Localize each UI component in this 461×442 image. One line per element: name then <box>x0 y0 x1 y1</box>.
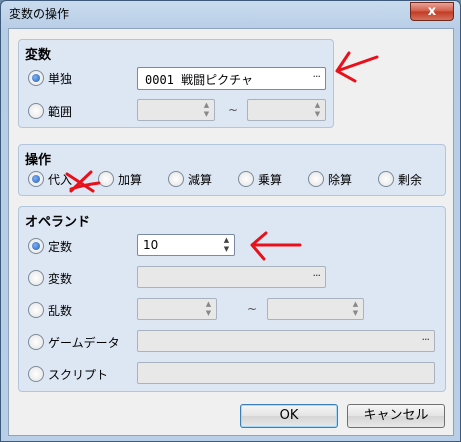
random-max-stepper[interactable]: ▲ ▼ <box>267 298 364 320</box>
range-separator: ~ <box>228 103 239 117</box>
close-button[interactable]: x <box>410 2 454 21</box>
range-end-spin-icon[interactable]: ▲ ▼ <box>313 101 322 119</box>
range-start-stepper[interactable]: ▲ ▼ <box>137 99 215 121</box>
range-start-spin-icon[interactable]: ▲ ▼ <box>202 101 211 119</box>
operand-group: オペランド 定数 10 ▲ ▼ 変数 ··· 乱数 ▲ ▼ ~ ▲ ▼ ゲームデ… <box>18 206 446 392</box>
operand-variable-label: 変数 <box>48 271 73 286</box>
operation-multiply-label: 乗算 <box>258 172 283 187</box>
random-min-spin-icon[interactable]: ▲ ▼ <box>204 300 213 318</box>
variable-single-radio-row[interactable]: 単独 <box>28 69 72 87</box>
operation-group-title: 操作 <box>25 153 52 168</box>
operand-variable-radio-row[interactable]: 変数 <box>28 269 72 287</box>
constant-spin-icon[interactable]: ▲ ▼ <box>222 236 231 254</box>
variable-range-radio[interactable] <box>28 103 44 119</box>
constant-value-stepper[interactable]: 10 ▲ ▼ <box>137 234 235 256</box>
operand-gamedata-radio[interactable] <box>28 334 44 350</box>
annotation-cross-assign <box>65 170 101 193</box>
variable-select-button[interactable]: ··· <box>313 70 321 83</box>
operand-random-radio[interactable] <box>28 302 44 318</box>
operand-constant-label: 定数 <box>48 239 73 254</box>
random-separator: ~ <box>247 302 258 316</box>
variable-select-field[interactable]: 0001 戦闘ピクチャ ··· <box>137 67 326 90</box>
operation-add-radio-row[interactable]: 加算 <box>98 170 142 188</box>
random-min-stepper[interactable]: ▲ ▼ <box>137 298 217 320</box>
cancel-button[interactable]: キャンセル <box>347 404 445 428</box>
variable-select-value: 0001 戦闘ピクチャ <box>145 73 254 87</box>
variable-range-label: 範囲 <box>48 104 73 119</box>
operation-subtract-label: 減算 <box>188 172 213 187</box>
script-input[interactable] <box>137 362 435 384</box>
operation-divide-label: 除算 <box>328 172 353 187</box>
annotation-arrow-constant <box>250 231 302 261</box>
operation-add-label: 加算 <box>118 172 143 187</box>
constant-value[interactable]: 10 <box>143 238 158 252</box>
operand-script-radio[interactable] <box>28 366 44 382</box>
operation-multiply-radio[interactable] <box>238 171 254 187</box>
operation-multiply-radio-row[interactable]: 乗算 <box>238 170 282 188</box>
variable-range-radio-row[interactable]: 範囲 <box>28 102 72 120</box>
variable-group: 変数 単独 0001 戦闘ピクチャ ··· 範囲 ▲ ▼ ~ ▲ ▼ <box>18 39 334 128</box>
operation-subtract-radio-row[interactable]: 減算 <box>168 170 212 188</box>
operand-script-radio-row[interactable]: スクリプト <box>28 365 108 383</box>
operation-modulo-radio-row[interactable]: 剰余 <box>378 170 422 188</box>
dialog-window: 変数の操作 x 変数 単独 0001 戦闘ピクチャ ··· 範囲 ▲ ▼ ~ ▲… <box>0 0 461 442</box>
gamedata-field[interactable]: ··· <box>137 330 435 352</box>
operation-subtract-radio[interactable] <box>168 171 184 187</box>
operation-divide-radio[interactable] <box>308 171 324 187</box>
operation-modulo-radio[interactable] <box>378 171 394 187</box>
variable-single-label: 単独 <box>48 71 73 86</box>
gamedata-button[interactable]: ··· <box>422 333 430 346</box>
operand-variable-field[interactable]: ··· <box>137 266 326 288</box>
operand-gamedata-radio-row[interactable]: ゲームデータ <box>28 333 120 351</box>
dialog-client-area: 変数 単独 0001 戦闘ピクチャ ··· 範囲 ▲ ▼ ~ ▲ ▼ 操作 代入… <box>8 28 454 436</box>
random-max-spin-icon[interactable]: ▲ ▼ <box>351 300 360 318</box>
operand-random-label: 乱数 <box>48 303 73 318</box>
operation-divide-radio-row[interactable]: 除算 <box>308 170 352 188</box>
title-bar: 変数の操作 <box>1 1 460 27</box>
operand-random-radio-row[interactable]: 乱数 <box>28 301 72 319</box>
operand-group-title: オペランド <box>25 215 91 230</box>
range-end-stepper[interactable]: ▲ ▼ <box>247 99 326 121</box>
operation-assign-radio[interactable] <box>28 171 44 187</box>
operand-constant-radio-row[interactable]: 定数 <box>28 237 72 255</box>
annotation-arrow-variable <box>335 51 379 83</box>
operand-gamedata-label: ゲームデータ <box>48 335 120 350</box>
window-title: 変数の操作 <box>9 7 70 21</box>
operand-variable-button[interactable]: ··· <box>313 269 321 282</box>
operand-constant-radio[interactable] <box>28 238 44 254</box>
operand-script-label: スクリプト <box>48 367 109 382</box>
operation-modulo-label: 剰余 <box>398 172 423 187</box>
ok-button[interactable]: OK <box>240 404 338 428</box>
operand-variable-radio[interactable] <box>28 270 44 286</box>
variable-group-title: 変数 <box>25 48 52 63</box>
variable-single-radio[interactable] <box>28 70 44 86</box>
